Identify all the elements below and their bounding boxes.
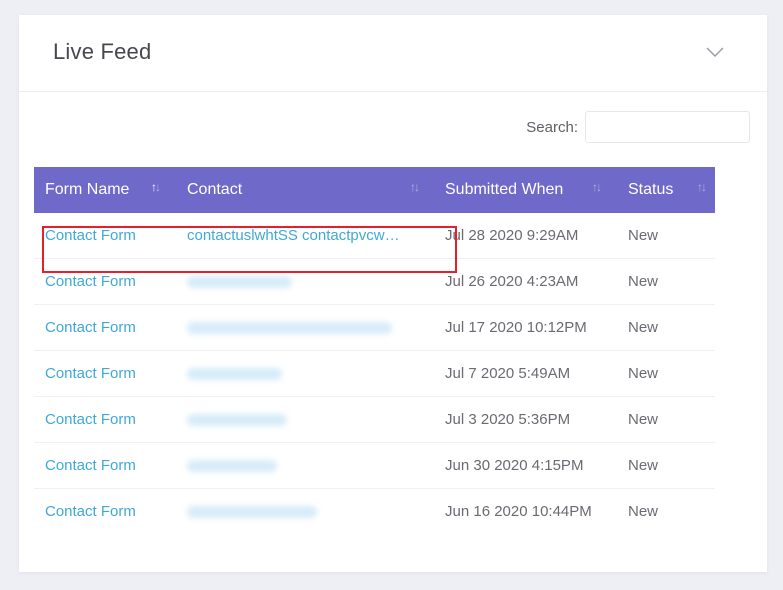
search-input[interactable] <box>585 111 750 143</box>
contact-link-redacted[interactable] <box>187 322 392 335</box>
table-header-row: Form Name ↑↓ Contact ↑↓ Submitted When ↑… <box>34 167 715 213</box>
table-row[interactable]: Contact Form Jun 30 2020 4:15PM New <box>34 442 715 489</box>
contact-cell <box>176 489 434 535</box>
chevron-down-icon <box>706 47 724 57</box>
contact-cell <box>176 350 434 397</box>
form-name-cell: Contact Form <box>34 304 176 351</box>
column-header-submitted-when[interactable]: Submitted When ↑↓ <box>434 167 617 213</box>
status-cell: New <box>617 304 715 351</box>
contact-cell <box>176 442 434 489</box>
status-cell: New <box>617 396 715 443</box>
search-label: Search: <box>526 118 578 136</box>
form-name-cell: Contact Form <box>34 442 176 489</box>
contact-link[interactable]: contactuslwhtSS contactpvcw… <box>187 227 400 244</box>
contact-link-redacted[interactable] <box>187 276 292 289</box>
form-name-cell: Contact Form <box>34 489 176 535</box>
status-cell: New <box>628 503 659 520</box>
sort-arrows-icon[interactable]: ↑↓ <box>592 180 602 194</box>
column-header-status[interactable]: Status ↑↓ <box>617 167 715 213</box>
sort-arrows-icon[interactable]: ↑↓ <box>410 180 420 194</box>
table-row[interactable]: Contact Form Jul 17 2020 10:12PM New <box>34 304 715 351</box>
table-row[interactable]: Contact Form contactuslwhtSS contactpvcw…… <box>34 213 715 259</box>
table-row[interactable]: Contact Form Jul 3 2020 5:36PM New <box>34 396 715 443</box>
submitted-when-cell: Jul 26 2020 4:23AM <box>434 258 617 305</box>
contact-link-redacted[interactable] <box>187 460 277 473</box>
submitted-when-cell: Jul 28 2020 9:29AM <box>434 213 617 259</box>
form-name-cell: Contact Form <box>34 258 176 305</box>
contact-cell: contactuslwhtSS contactpvcw… <box>176 213 434 259</box>
contact-link-redacted[interactable] <box>187 414 287 427</box>
column-header-label: Status <box>628 181 674 198</box>
status-cell: New <box>617 213 715 259</box>
table-row[interactable]: Contact Form Jul 7 2020 5:49AM New <box>34 350 715 397</box>
submitted-when-cell: Jul 17 2020 10:12PM <box>434 304 617 351</box>
card-title: Live Feed <box>53 39 152 64</box>
contact-cell <box>176 304 434 351</box>
submitted-when-cell: Jul 7 2020 5:49AM <box>434 350 617 397</box>
form-name-cell: Contact Form <box>34 350 176 397</box>
column-header-label: Form Name <box>45 181 130 198</box>
status-cell: New <box>617 350 715 397</box>
form-name-link[interactable]: Contact Form <box>45 273 136 290</box>
form-name-link[interactable]: Contact Form <box>45 319 136 336</box>
table-row[interactable]: Contact Form Jun 16 2020 10:44PM New <box>34 489 715 535</box>
collapse-toggle-button[interactable] <box>705 45 725 59</box>
form-name-cell: Contact Form <box>34 396 176 443</box>
submitted-when-cell: Jun 30 2020 4:15PM <box>434 442 617 489</box>
live-feed-table: Form Name ↑↓ Contact ↑↓ Submitted When ↑… <box>34 167 715 534</box>
form-name-link[interactable]: Contact Form <box>45 457 136 474</box>
column-header-contact[interactable]: Contact ↑↓ <box>176 167 434 213</box>
column-header-label: Submitted When <box>445 181 564 198</box>
form-name-cell: Contact Form <box>34 213 176 259</box>
column-header-label: Contact <box>187 181 243 198</box>
form-name-link[interactable]: Contact Form <box>45 411 136 428</box>
submitted-when-cell: Jul 3 2020 5:36PM <box>434 396 617 443</box>
search-row: Search: <box>526 111 750 143</box>
contact-cell <box>176 258 434 305</box>
table-row[interactable]: Contact Form Jul 26 2020 4:23AM New <box>34 258 715 305</box>
submitted-when-cell: Jun 16 2020 10:44PM <box>445 503 592 520</box>
card-header: Live Feed <box>19 15 767 92</box>
contact-link-redacted[interactable] <box>187 506 317 519</box>
column-header-form-name[interactable]: Form Name ↑↓ <box>34 167 176 213</box>
sort-arrows-icon[interactable]: ↑↓ <box>697 180 707 194</box>
status-cell: New <box>617 258 715 305</box>
sort-arrows-icon[interactable]: ↑↓ <box>151 180 161 194</box>
form-name-link[interactable]: Contact Form <box>45 503 136 520</box>
status-cell: New <box>617 442 715 489</box>
form-name-link[interactable]: Contact Form <box>45 227 136 244</box>
form-name-link[interactable]: Contact Form <box>45 365 136 382</box>
contact-cell <box>176 396 434 443</box>
contact-link-redacted[interactable] <box>187 368 282 381</box>
